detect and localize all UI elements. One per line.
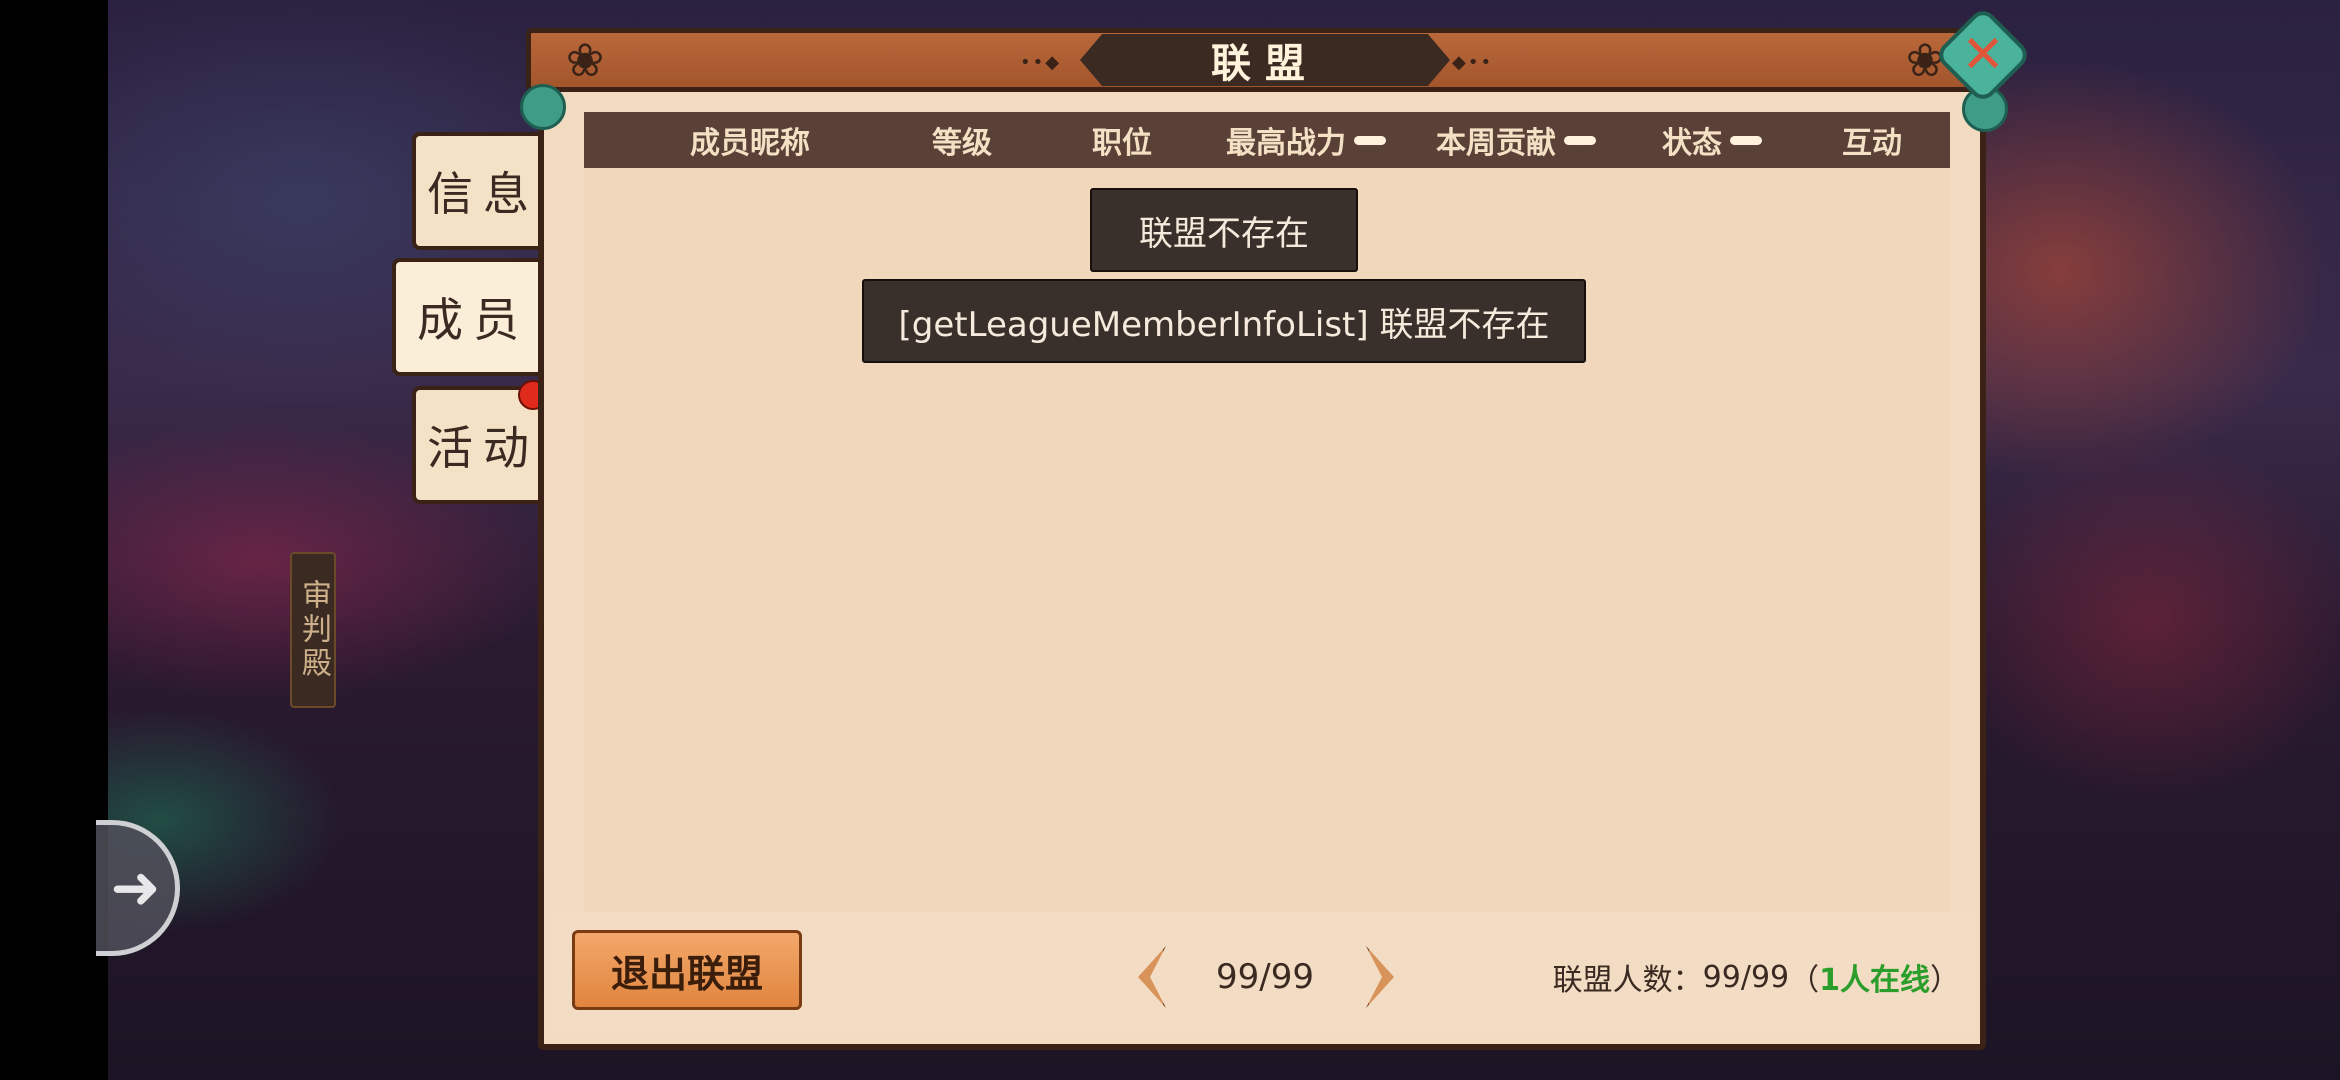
tab-members[interactable]: 成员 <box>392 258 550 376</box>
toast-message: 联盟不存在 <box>1090 188 1358 272</box>
member-count-label: 联盟人数： <box>1552 963 1703 998</box>
toast-message: [getLeagueMemberInfoList] 联盟不存在 <box>862 279 1586 363</box>
column-nickname[interactable]: 成员昵称 <box>690 112 810 168</box>
corner-ornament-left: ❀ <box>565 33 605 87</box>
online-open-paren: （ <box>1789 963 1820 998</box>
title-ornament-right: ◆•• <box>1452 52 1494 73</box>
close-icon[interactable]: ✕ <box>1952 20 2014 90</box>
column-position[interactable]: 职位 <box>1092 112 1152 168</box>
member-count-value: 99/99 <box>1702 959 1790 995</box>
column-interact[interactable]: 互动 <box>1842 112 1902 168</box>
window-title: 联盟 <box>1080 34 1450 86</box>
title-ornament-left: ••◆ <box>1020 52 1062 73</box>
jade-ornament-left <box>520 84 566 130</box>
sort-icon <box>1564 135 1596 145</box>
online-close-paren: ） <box>1930 963 1960 998</box>
column-status[interactable]: 状态 <box>1662 112 1762 168</box>
member-table-header: 成员昵称 等级 职位 最高战力 本周贡献 状态 互动 <box>584 112 1950 168</box>
sort-icon <box>1354 135 1386 145</box>
leave-alliance-button[interactable]: 退出联盟 <box>572 930 802 1010</box>
page-indicator: 99/99 <box>1216 957 1314 997</box>
member-count: 联盟人数： 99/99 （ 1人在线 ） <box>1540 952 1960 1002</box>
sort-icon <box>1730 135 1762 145</box>
column-weekly-contribution[interactable]: 本周贡献 <box>1436 112 1596 168</box>
column-max-power[interactable]: 最高战力 <box>1226 112 1386 168</box>
world-building-label[interactable]: 审判殿 <box>290 552 336 708</box>
screen-edge <box>0 0 108 1080</box>
online-count: 1人在线 <box>1819 963 1930 998</box>
tab-info[interactable]: 信息 <box>412 132 550 250</box>
column-level[interactable]: 等级 <box>932 112 992 168</box>
